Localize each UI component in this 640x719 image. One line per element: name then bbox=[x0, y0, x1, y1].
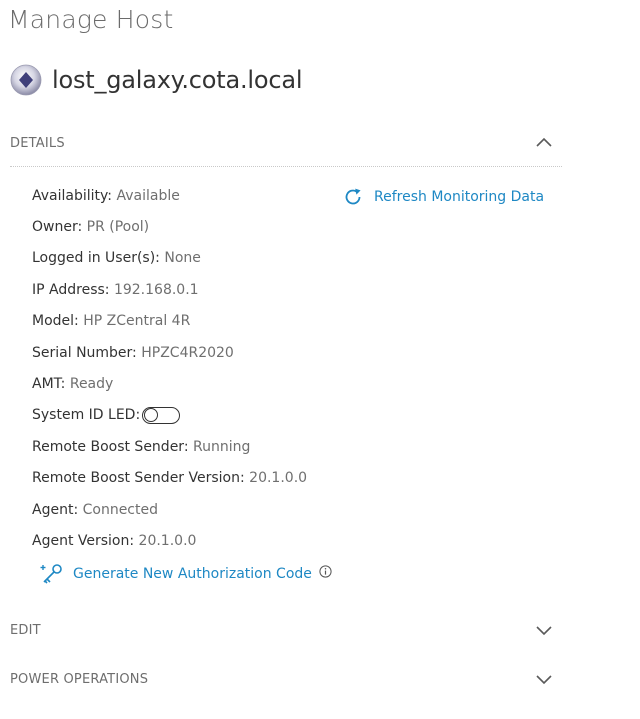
detail-value: Running bbox=[193, 438, 251, 455]
power-operations-section-header[interactable]: POWER OPERATIONS bbox=[10, 666, 562, 692]
toggle-knob bbox=[144, 407, 159, 422]
refresh-icon bbox=[345, 188, 361, 205]
detail-label: Remote Boost Sender Version: bbox=[32, 470, 245, 487]
detail-serial-number: Serial Number: HPZC4R2020 bbox=[32, 337, 307, 368]
detail-value: HPZC4R2020 bbox=[141, 344, 234, 361]
detail-value: None bbox=[164, 250, 201, 267]
detail-amt: AMT: Ready bbox=[32, 368, 307, 399]
generate-authorization-code: Generate New Authorization Code bbox=[40, 562, 332, 586]
detail-remote-boost-sender-version: Remote Boost Sender Version: 20.1.0.0 bbox=[32, 463, 307, 494]
chevron-down-icon[interactable] bbox=[534, 620, 554, 640]
detail-value: Available bbox=[116, 187, 180, 204]
detail-system-id-led: System ID LED: bbox=[32, 400, 307, 431]
detail-label: Availability: bbox=[32, 187, 113, 204]
detail-model: Model: HP ZCentral 4R bbox=[32, 306, 307, 337]
power-operations-section-label: POWER OPERATIONS bbox=[10, 671, 149, 687]
detail-value: Connected bbox=[82, 501, 158, 518]
detail-label: IP Address: bbox=[32, 281, 110, 298]
detail-value: 20.1.0.0 bbox=[138, 532, 197, 549]
key-icon bbox=[40, 564, 62, 584]
system-id-led-toggle[interactable] bbox=[142, 406, 181, 424]
detail-value: HP ZCentral 4R bbox=[83, 313, 191, 330]
host-header: lost_galaxy.cota.local bbox=[10, 62, 303, 98]
detail-label: Remote Boost Sender: bbox=[32, 438, 189, 455]
detail-availability: Availability: Available bbox=[32, 180, 307, 211]
chevron-up-icon[interactable] bbox=[534, 133, 554, 153]
detail-label: Agent: bbox=[32, 501, 79, 518]
chevron-down-icon[interactable] bbox=[534, 669, 554, 689]
detail-label: Owner: bbox=[32, 219, 83, 236]
refresh-monitoring-button[interactable]: Refresh Monitoring Data bbox=[342, 186, 544, 208]
detail-label: System ID LED: bbox=[32, 407, 141, 424]
host-name: lost_galaxy.cota.local bbox=[52, 66, 303, 94]
detail-label: Agent Version: bbox=[32, 532, 135, 549]
detail-logged-in-users: Logged in User(s): None bbox=[32, 243, 307, 274]
detail-label: Model: bbox=[32, 313, 79, 330]
edit-section-label: EDIT bbox=[10, 622, 41, 638]
host-status-icon bbox=[10, 64, 42, 96]
details-divider bbox=[10, 166, 562, 167]
detail-agent: Agent: Connected bbox=[32, 494, 307, 525]
detail-value: Ready bbox=[69, 376, 114, 393]
detail-remote-boost-sender: Remote Boost Sender: Running bbox=[32, 431, 307, 462]
page-title: Manage Host bbox=[8, 5, 174, 34]
detail-label: AMT: bbox=[32, 376, 66, 393]
detail-agent-version: Agent Version: 20.1.0.0 bbox=[32, 525, 307, 556]
details-section-label: DETAILS bbox=[10, 135, 65, 151]
detail-value: PR (Pool) bbox=[86, 219, 150, 236]
generate-authorization-code-link[interactable]: Generate New Authorization Code bbox=[73, 566, 312, 582]
details-list: Availability: Available Owner: PR (Pool)… bbox=[32, 180, 307, 557]
detail-owner: Owner: PR (Pool) bbox=[32, 211, 307, 242]
detail-value: 192.168.0.1 bbox=[113, 281, 199, 298]
detail-value: 20.1.0.0 bbox=[249, 470, 308, 487]
detail-ip-address: IP Address: 192.168.0.1 bbox=[32, 274, 307, 305]
detail-label: Serial Number: bbox=[32, 344, 137, 361]
edit-section-header[interactable]: EDIT bbox=[10, 617, 562, 643]
info-icon[interactable] bbox=[319, 564, 332, 578]
details-section-header[interactable]: DETAILS bbox=[10, 130, 562, 156]
refresh-monitoring-label: Refresh Monitoring Data bbox=[374, 189, 545, 205]
detail-label: Logged in User(s): bbox=[32, 250, 160, 267]
